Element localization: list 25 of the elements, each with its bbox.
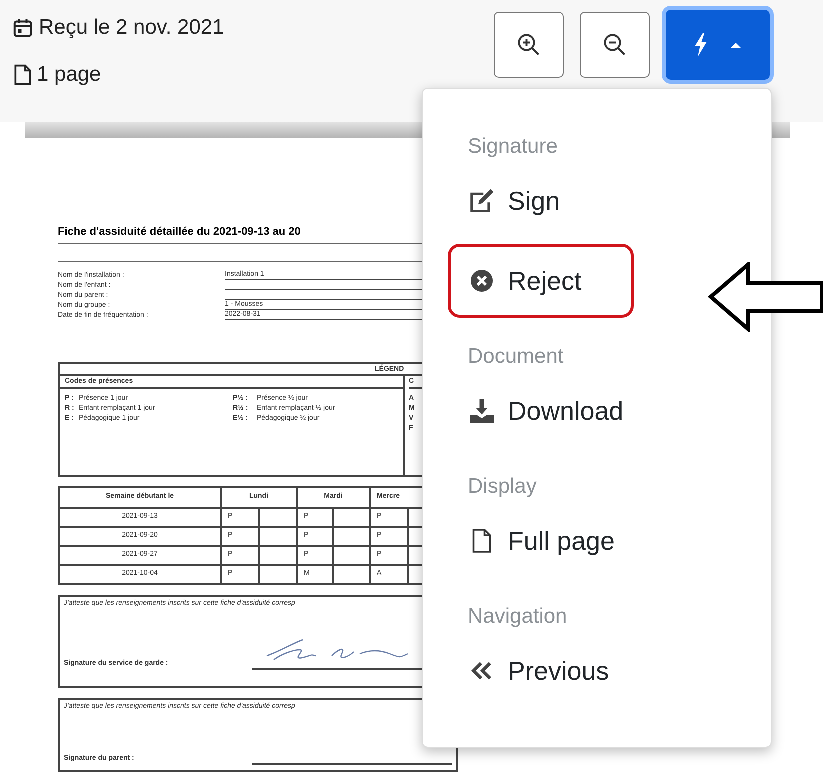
menu-section-header: Document [468, 344, 565, 370]
caret-icon [729, 40, 743, 50]
menu-item[interactable]: Sign [468, 179, 560, 223]
zoom-in-icon [517, 33, 541, 57]
pencil-square-icon [469, 188, 495, 214]
zoom-out-button[interactable] [580, 12, 650, 78]
document-title: Fiche d'assiduité détaillée du 2021-09-13 au 20 [58, 226, 302, 238]
menu-item[interactable]: Previous [468, 649, 610, 693]
file-icon [13, 64, 33, 86]
double-chevron-left-icon [471, 661, 493, 681]
x-circle-icon [471, 270, 493, 292]
lightning-icon [693, 33, 709, 57]
calendar-icon [13, 16, 33, 39]
zoom-out-icon [603, 33, 627, 57]
zoom-in-button[interactable] [494, 12, 564, 78]
menu-item[interactable]: Full page [468, 519, 615, 563]
received-date: Reçu le 2 nov. 2021 [39, 15, 224, 41]
menu-item[interactable]: Reject [468, 259, 582, 303]
page-count: 1 page [37, 62, 102, 88]
file-icon [471, 528, 493, 554]
menu-section-header: Display [468, 474, 538, 500]
menu-item[interactable]: Download [468, 389, 624, 433]
download-icon [470, 398, 494, 424]
menu-section-header: Signature [468, 134, 559, 160]
menu-section-header: Navigation [468, 604, 568, 630]
